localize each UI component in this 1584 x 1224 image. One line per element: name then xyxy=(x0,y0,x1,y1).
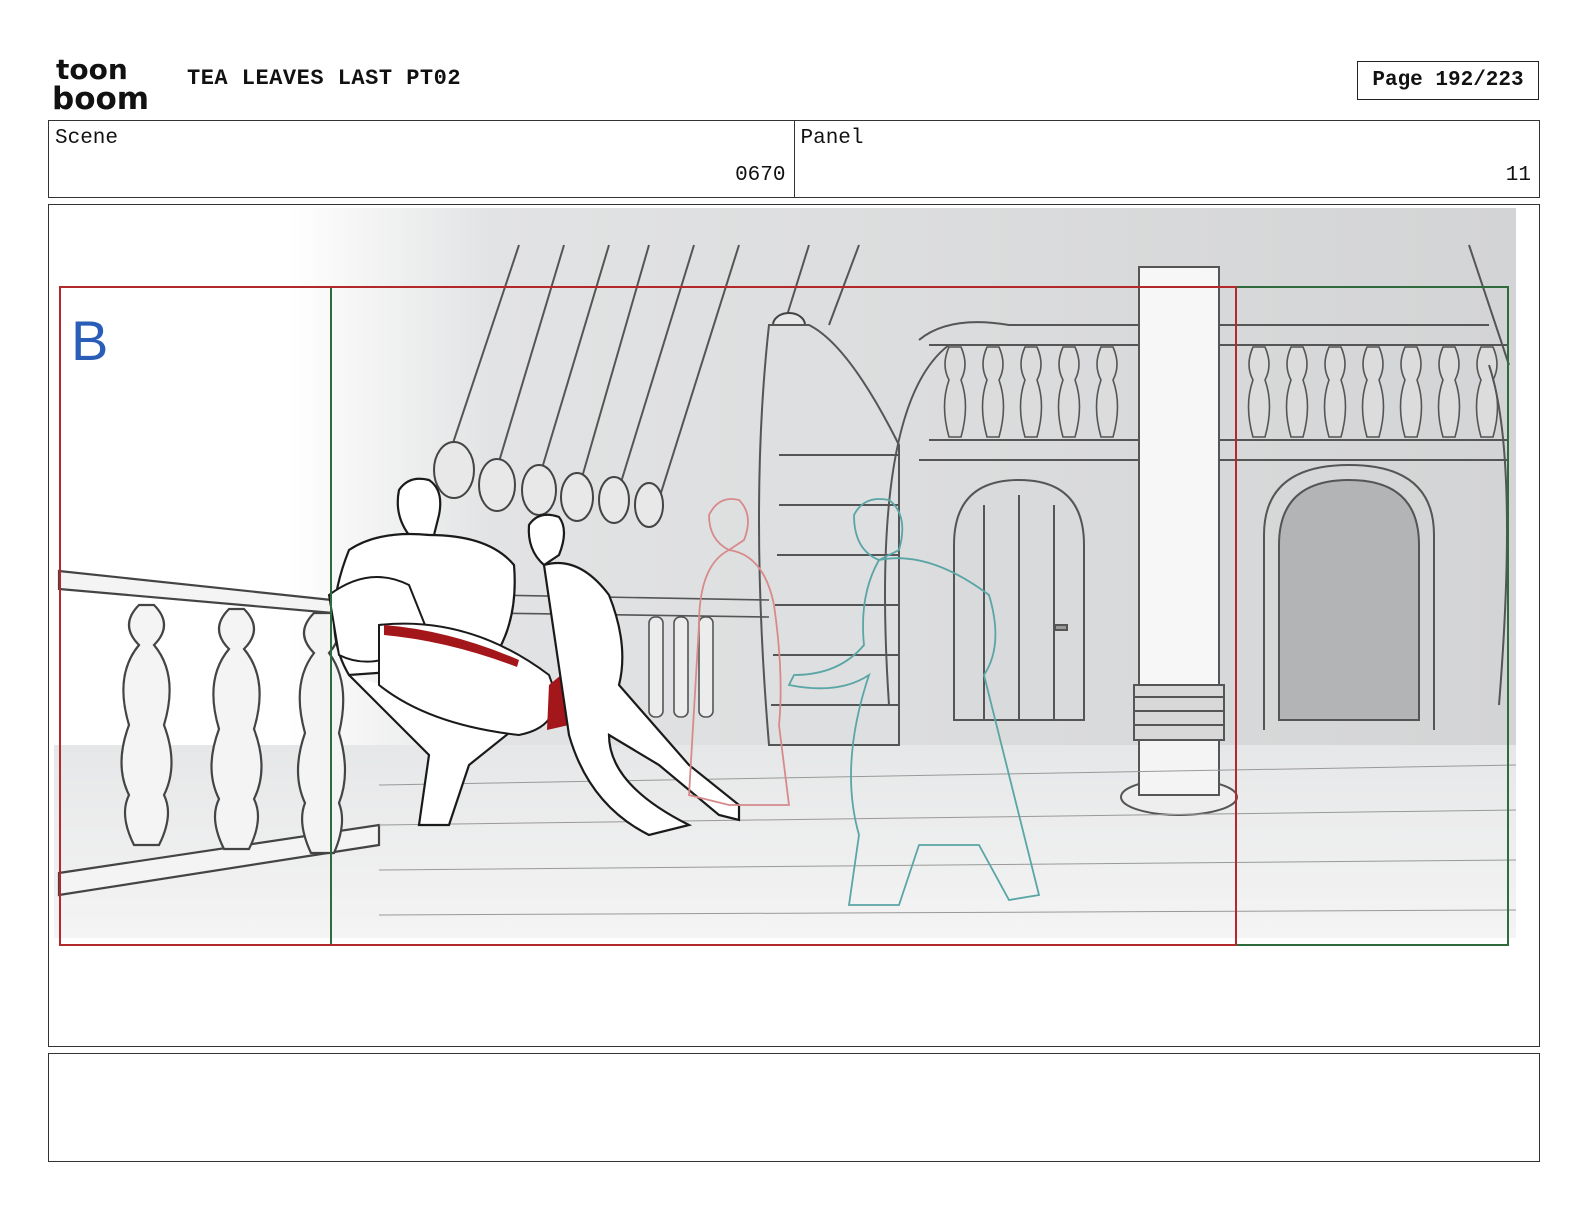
mast xyxy=(1120,266,1238,816)
scene-number: 0670 xyxy=(735,164,786,187)
baluster xyxy=(981,346,1005,438)
baluster xyxy=(1361,346,1385,438)
layer-marker: B xyxy=(71,309,108,372)
panel-number: 11 xyxy=(1505,164,1531,187)
baluster xyxy=(1247,346,1271,438)
scene-cell: Scene 0670 xyxy=(49,121,794,197)
baluster xyxy=(1057,346,1081,438)
storyboard-panel: B xyxy=(48,204,1540,1047)
toon-boom-logo: toon boom xyxy=(52,53,149,112)
cabin-door xyxy=(953,478,1085,721)
archway xyxy=(1263,463,1435,730)
baluster xyxy=(1399,346,1423,438)
baluster xyxy=(1437,346,1461,438)
baluster xyxy=(1323,346,1347,438)
document-title: TEA LEAVES LAST PT02 xyxy=(187,66,462,91)
baluster xyxy=(1019,346,1043,438)
baluster xyxy=(1475,346,1499,438)
scene-label: Scene xyxy=(55,127,119,150)
panel-cell: Panel 11 xyxy=(793,121,1540,197)
page-indicator: Page 192/223 xyxy=(1357,61,1539,100)
panel-drawing: B xyxy=(54,208,1517,946)
scene-panel-row: Scene 0670 Panel 11 xyxy=(48,120,1540,198)
panel-notes xyxy=(48,1053,1540,1162)
baluster xyxy=(1095,346,1119,438)
panel-label: Panel xyxy=(800,127,864,150)
baluster xyxy=(943,346,967,438)
logo-word-bottom: boom xyxy=(52,81,149,112)
baluster xyxy=(1285,346,1309,438)
